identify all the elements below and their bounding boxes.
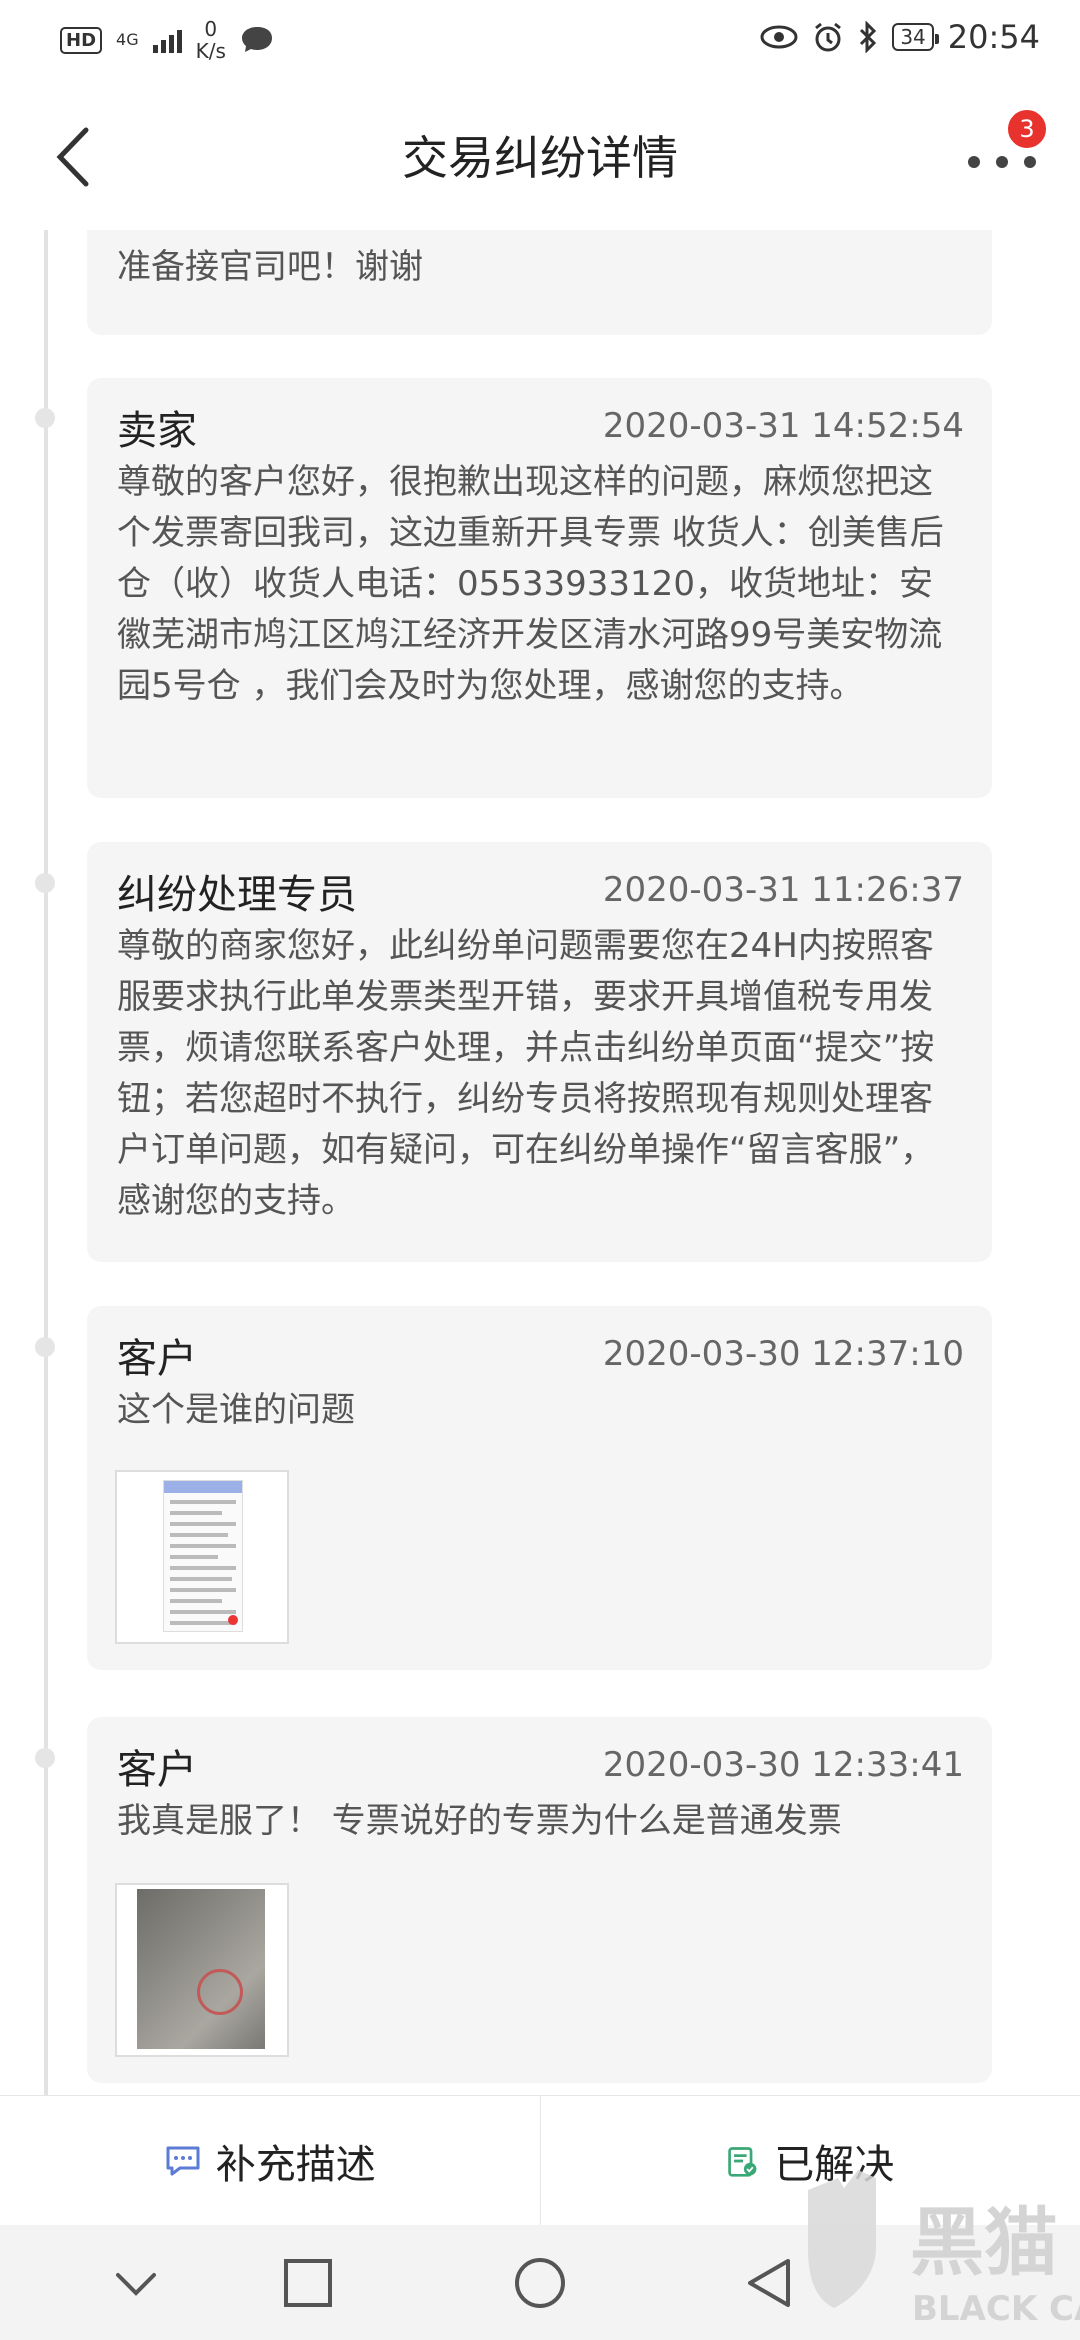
screenshot-image bbox=[163, 1480, 243, 1632]
speed-unit: K/s bbox=[195, 39, 226, 63]
cat-shield-icon bbox=[808, 2170, 876, 2308]
timeline-dot bbox=[35, 408, 55, 428]
watermark-english: BLACK CAT bbox=[912, 2289, 1080, 2329]
message-card: 客户 2020-03-30 12:37:10 这个是谁的问题 bbox=[87, 1306, 992, 1670]
sender-name: 卖家 bbox=[117, 408, 197, 454]
bluetooth-icon bbox=[860, 21, 877, 53]
more-dot-icon bbox=[968, 156, 980, 168]
message-text: 这个是谁的问题 bbox=[117, 1390, 355, 1430]
sender-name: 客户 bbox=[117, 1336, 197, 1382]
alarm-icon bbox=[815, 22, 842, 52]
status-bar: HD 4G 0 K/s 34 20:54 bbox=[0, 0, 1080, 80]
eye-icon bbox=[760, 25, 798, 49]
message-time: 2020-03-31 14:52:54 bbox=[602, 406, 964, 446]
timeline-line bbox=[44, 230, 48, 2095]
document-check-icon bbox=[728, 2147, 757, 2177]
message-time: 2020-03-30 12:33:41 bbox=[602, 1745, 964, 1785]
recents-square-icon[interactable] bbox=[280, 2255, 336, 2311]
status-left: HD 4G 0 K/s bbox=[60, 18, 274, 62]
message-card: 纠纷处理专员 2020-03-31 11:26:37 尊敬的商家您好，此纠纷单问… bbox=[87, 842, 992, 1262]
message-text: 尊敬的客户您好，很抱歉出现这样的问题，麻烦您把这个发票寄回我司，这边重新开具专票… bbox=[117, 462, 944, 706]
message-icon bbox=[241, 27, 272, 52]
sender-name: 纠纷处理专员 bbox=[117, 872, 357, 918]
more-dot-icon bbox=[1024, 156, 1036, 168]
message-text: 准备接官司吧！谢谢 bbox=[117, 247, 423, 287]
message-card: 客户 2020-03-30 12:33:41 我真是服了！ 专票说好的专票为什么… bbox=[87, 1717, 992, 2083]
message-card: 卖家 2020-03-31 14:52:54 尊敬的客户您好，很抱歉出现这样的问… bbox=[87, 378, 992, 798]
network-speed: 0 K/s bbox=[196, 18, 226, 62]
supplement-label: 补充描述 bbox=[215, 2142, 376, 2188]
attachment-thumbnail[interactable] bbox=[115, 1883, 289, 2057]
message-time: 2020-03-31 11:26:37 bbox=[602, 870, 964, 910]
page-title: 交易纠纷详情 bbox=[402, 131, 678, 185]
sender-name: 客户 bbox=[117, 1747, 197, 1793]
clock: 20:54 bbox=[947, 18, 1040, 56]
hd-indicator: HD bbox=[60, 26, 103, 54]
more-dot-icon bbox=[996, 156, 1008, 168]
dispute-timeline[interactable]: 准备接官司吧！谢谢 卖家 2020-03-31 14:52:54 尊敬的客户您好… bbox=[0, 230, 1080, 2095]
message-card: 准备接官司吧！谢谢 bbox=[87, 230, 992, 335]
watermark-chinese: 黑猫 bbox=[910, 2200, 1058, 2286]
speed-value: 0 bbox=[204, 17, 218, 41]
battery-icon: 34 bbox=[892, 23, 940, 51]
timeline-dot bbox=[35, 873, 55, 893]
message-text: 我真是服了！ 专票说好的专票为什么是普通发票 bbox=[117, 1801, 842, 1841]
attachment-thumbnail[interactable] bbox=[115, 1470, 289, 1644]
network-type: 4G bbox=[116, 30, 139, 49]
message-time: 2020-03-30 12:37:10 bbox=[602, 1334, 964, 1374]
chevron-down-icon[interactable] bbox=[108, 2255, 164, 2311]
signal-icon bbox=[152, 27, 182, 53]
timeline-dot bbox=[35, 1337, 55, 1357]
home-circle-icon[interactable] bbox=[512, 2255, 568, 2311]
chat-bubble-icon bbox=[166, 2146, 200, 2176]
notification-badge: 3 bbox=[1006, 108, 1048, 150]
stamp-mark bbox=[197, 1969, 243, 2015]
black-cat-watermark: 黑猫 BLACK CAT bbox=[808, 2170, 1080, 2329]
message-text: 尊敬的商家您好，此纠纷单问题需要您在24H内按照客服要求执行此单发票类型开错，要… bbox=[117, 926, 935, 1221]
status-right: 34 20:54 bbox=[760, 18, 1040, 56]
more-options-button[interactable]: 3 bbox=[968, 108, 1048, 182]
timeline-dot bbox=[35, 1748, 55, 1768]
invoice-photo bbox=[137, 1889, 265, 2049]
supplement-description-button[interactable]: 补充描述 bbox=[0, 2096, 540, 2226]
top-app-bar: 交易纠纷详情 3 bbox=[0, 80, 1080, 230]
